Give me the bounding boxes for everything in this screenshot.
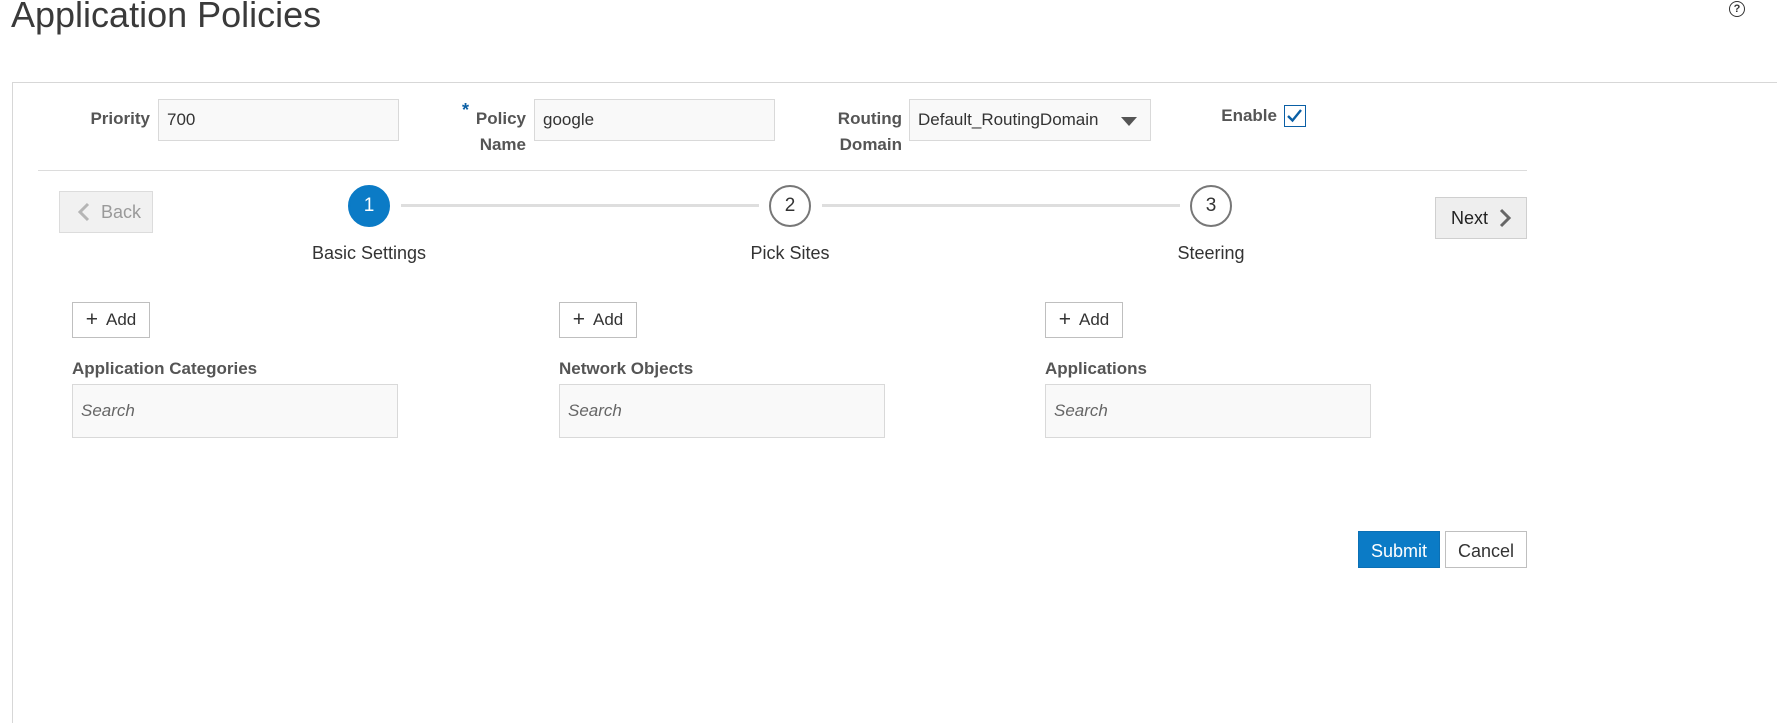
routing-domain-label-line1: Routing — [837, 109, 902, 128]
add-label: Add — [593, 310, 624, 329]
next-label: Next — [1451, 207, 1489, 228]
step-connector — [822, 204, 1180, 207]
priority-label: Priority — [90, 109, 150, 128]
page-title: Application Policies — [11, 0, 322, 35]
plus-icon: + — [572, 307, 585, 331]
step-2-circle[interactable]: 2 — [769, 185, 811, 227]
enable-checkbox[interactable] — [1284, 105, 1306, 127]
policy-name-input[interactable] — [534, 99, 775, 141]
chevron-left-icon — [77, 202, 90, 222]
step-connector — [401, 204, 759, 207]
routing-domain-label: Routing Domain — [812, 104, 902, 159]
add-label: Add — [106, 310, 137, 329]
checkmark-icon — [1287, 109, 1302, 123]
submit-button[interactable]: Submit — [1358, 531, 1440, 568]
help-icon[interactable]: ? — [1729, 1, 1745, 17]
enable-label: Enable — [1221, 106, 1277, 125]
cancel-button[interactable]: Cancel — [1445, 531, 1527, 568]
plus-icon: + — [85, 307, 98, 331]
policy-name-label: Policy Name — [440, 104, 526, 159]
back-button[interactable]: Back — [59, 191, 153, 233]
step-1-circle[interactable]: 1 — [348, 185, 390, 227]
policy-name-label-line1: Policy — [475, 109, 526, 128]
network-objects-search-input[interactable] — [559, 384, 885, 438]
add-label: Add — [1079, 310, 1110, 329]
applications-label: Applications — [1045, 359, 1148, 378]
application-categories-search-input[interactable] — [72, 384, 398, 438]
step-3-label: Steering — [1177, 243, 1245, 263]
step-3-circle[interactable]: 3 — [1190, 185, 1232, 227]
plus-icon: + — [1058, 307, 1071, 331]
routing-domain-select[interactable]: Default_RoutingDomain — [909, 99, 1151, 141]
add-application-category-button[interactable]: + Add — [72, 302, 150, 338]
next-button[interactable]: Next — [1435, 197, 1527, 239]
add-application-button[interactable]: + Add — [1045, 302, 1123, 338]
form-divider — [38, 170, 1527, 171]
add-network-object-button[interactable]: + Add — [559, 302, 637, 338]
network-objects-label: Network Objects — [559, 359, 694, 378]
routing-domain-label-line2: Domain — [839, 135, 902, 154]
priority-input[interactable] — [158, 99, 399, 141]
chevron-right-icon — [1499, 208, 1512, 228]
step-1-label: Basic Settings — [311, 243, 427, 263]
policy-name-label-line2: Name — [479, 135, 526, 154]
back-label: Back — [101, 201, 142, 222]
step-2-label: Pick Sites — [750, 243, 830, 263]
application-categories-label: Application Categories — [72, 359, 258, 378]
applications-search-input[interactable] — [1045, 384, 1371, 438]
dropdown-arrow-icon — [1121, 117, 1137, 126]
routing-domain-value: Default_RoutingDomain — [918, 110, 1099, 129]
